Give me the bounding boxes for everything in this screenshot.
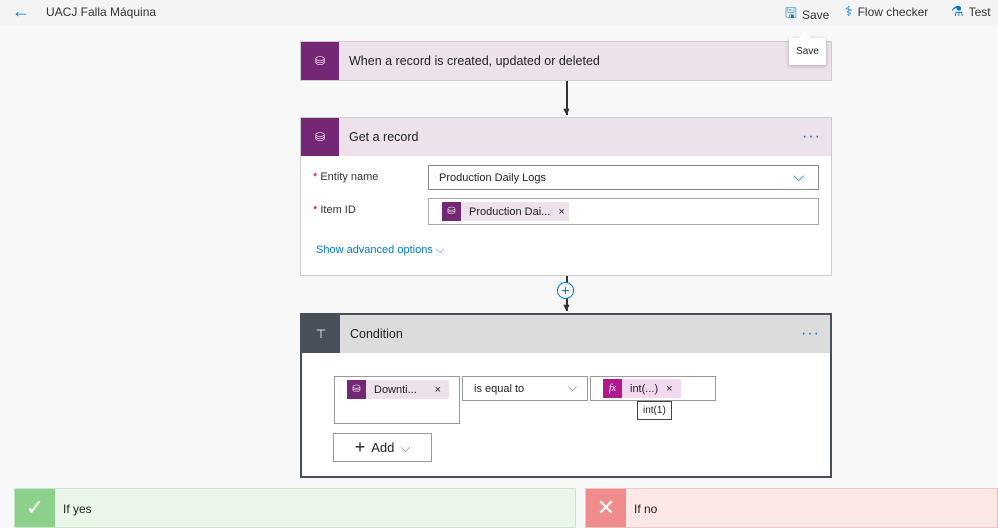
- save-button[interactable]: 🖫 Save: [785, 3, 829, 27]
- database-icon: ⛁: [301, 42, 339, 80]
- dynamic-token[interactable]: ⛁ Downti... ×: [347, 380, 449, 399]
- more-options-icon[interactable]: ···: [801, 325, 820, 343]
- flask-icon: ⚗: [951, 3, 964, 19]
- top-bar: ← UACJ Falla Máquina 🖫 Save ⚕ Flow checker…: [0, 0, 998, 26]
- checkmark-icon: ✓: [15, 489, 55, 527]
- remove-token-icon[interactable]: ×: [666, 383, 680, 395]
- close-icon: ✕: [586, 489, 626, 527]
- condition-left-operand[interactable]: ⛁ Downti... ×: [334, 376, 460, 424]
- stethoscope-icon: ⚕: [845, 3, 853, 19]
- add-button[interactable]: + Add ⌵: [333, 433, 432, 462]
- flow-title: UACJ Falla Máquina: [46, 5, 157, 19]
- remove-token-icon[interactable]: ×: [558, 206, 568, 218]
- more-options-icon[interactable]: ···: [802, 128, 821, 146]
- trigger-title: When a record is created, updated or del…: [349, 54, 600, 68]
- database-icon: ⛁: [301, 118, 339, 156]
- fx-icon: fx: [603, 379, 622, 398]
- show-advanced-options-link[interactable]: Show advanced options ⌵: [316, 244, 444, 257]
- condition-card: ⊤ Condition ··· ⛁ Downti... × is equal to ⌵…: [300, 313, 832, 478]
- item-id-field[interactable]: ⛁ Production Dai... ×: [428, 198, 819, 225]
- if-no-branch[interactable]: ✕ If no: [585, 488, 998, 528]
- save-tooltip: Save: [789, 32, 826, 65]
- item-id-label: * Item ID: [313, 204, 356, 216]
- database-icon: ⛁: [442, 202, 461, 221]
- entity-name-dropdown[interactable]: Production Daily Logs ⌵: [428, 165, 819, 190]
- card-title: Condition: [350, 327, 403, 341]
- back-arrow-icon[interactable]: ←: [12, 1, 30, 22]
- save-icon: 🖫: [785, 5, 797, 21]
- database-icon: ⛁: [347, 380, 366, 399]
- chevron-down-icon: ⌵: [567, 380, 577, 394]
- operator-dropdown[interactable]: is equal to ⌵: [462, 376, 588, 401]
- insert-step-plus-icon[interactable]: +: [557, 282, 574, 299]
- card-title: Get a record: [349, 130, 419, 144]
- entity-name-label: * Entity name: [313, 171, 379, 183]
- if-yes-branch[interactable]: ✓ If yes: [14, 488, 576, 528]
- chevron-down-icon: ⌵: [793, 168, 804, 184]
- condition-right-operand[interactable]: fx int(...) ×: [590, 376, 716, 401]
- plus-icon: +: [354, 437, 366, 457]
- chevron-down-icon: ⌵: [400, 439, 411, 455]
- remove-token-icon[interactable]: ×: [435, 384, 449, 396]
- condition-icon: ⊤: [302, 315, 340, 353]
- dynamic-token[interactable]: ⛁ Production Dai... ×: [442, 202, 569, 221]
- flow-checker-button[interactable]: ⚕ Flow checker: [845, 3, 928, 20]
- expression-token[interactable]: fx int(...) ×: [603, 379, 681, 398]
- test-button[interactable]: ⚗ Test: [951, 3, 991, 20]
- expression-tooltip: int(1): [637, 401, 672, 420]
- get-record-card: ⛁ Get a record ··· * Entity name Producti…: [300, 117, 832, 276]
- trigger-card[interactable]: ⛁ When a record is created, updated or de…: [300, 41, 832, 81]
